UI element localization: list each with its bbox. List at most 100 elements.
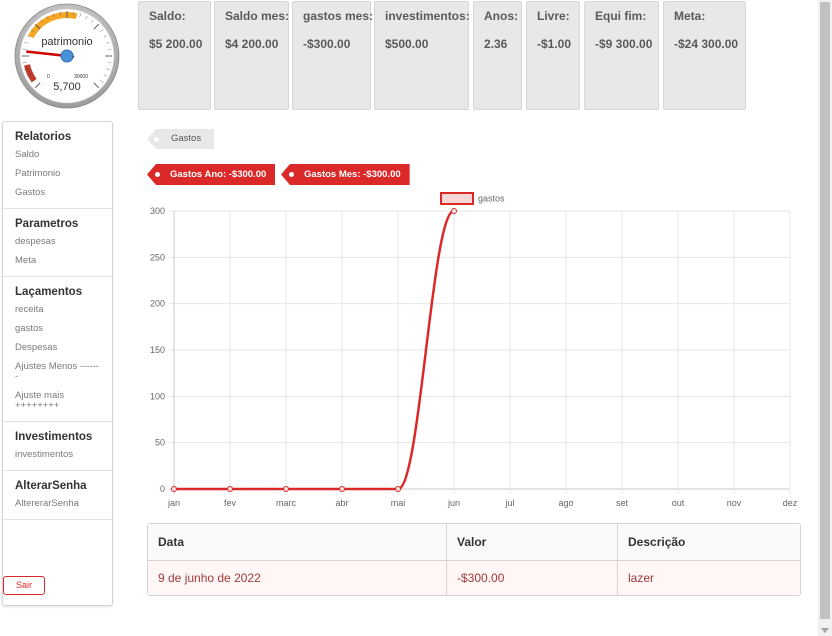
stat-value: -$300.00: [303, 37, 351, 51]
x-tick-label: marc: [276, 498, 296, 508]
sidebar-section-parametros: Parametros despesas Meta: [3, 209, 112, 277]
x-tick-label: set: [616, 498, 629, 508]
sidebar-item-receita[interactable]: receita: [15, 305, 100, 315]
data-point: [451, 208, 457, 214]
stat-label: Anos:: [484, 9, 518, 23]
sidebar-item-investimentos[interactable]: investimentos: [15, 450, 100, 460]
gastos-mes-tag: Gastos Mes: -$300.00: [281, 164, 410, 185]
sidebar-item-saldo[interactable]: Saldo: [15, 150, 100, 160]
x-tick-label: dez: [783, 498, 798, 508]
stat-card-meta: Meta: -$24 300.00: [663, 1, 746, 110]
stat-card-gastos-mes: gastos mes: -$300.00: [292, 1, 374, 110]
sidebar-section-title: Parametros: [15, 218, 79, 230]
stat-value: $4 200.00: [225, 37, 279, 51]
data-point: [171, 486, 177, 492]
patrimonio-gauge: patrimonio 0 30000 5,700: [14, 3, 120, 109]
data-point: [227, 486, 233, 492]
stat-value: -$1.00: [537, 37, 572, 51]
column-header-valor[interactable]: Valor: [446, 524, 617, 561]
column-header-descricao[interactable]: Descrição: [617, 524, 800, 561]
y-tick-label: 50: [155, 438, 165, 448]
stat-value: -$24 300.00: [674, 37, 739, 51]
gastos-ano-label: Gastos Ano: -$300.00: [170, 169, 267, 180]
gauge-max-label: 30000: [74, 74, 88, 80]
y-tick-label: 300: [150, 206, 165, 216]
sidebar-section-investimentos: Investimentos investimentos: [3, 422, 112, 471]
gastos-ano-tag: Gastos Ano: -$300.00: [147, 164, 276, 185]
stat-label: investimentos:: [385, 9, 470, 23]
logout-button[interactable]: Sair: [3, 576, 45, 595]
tag-hole: [289, 172, 294, 177]
x-tick-label: jan: [167, 498, 180, 508]
stat-label: gastos mes:: [303, 9, 374, 23]
sidebar-item-ajuste-mais[interactable]: Ajuste mais ++++++++: [15, 391, 100, 411]
gauge-label: patrimonio: [41, 36, 92, 48]
stat-label: Saldo mes:: [225, 9, 290, 23]
table-header-row: Data Valor Descrição: [148, 524, 800, 561]
stat-card-saldo: Saldo: $5 200.00: [138, 1, 211, 110]
sidebar-item-patrimonio[interactable]: Patrimonio: [15, 169, 100, 179]
scroll-down-arrow-icon[interactable]: [821, 628, 829, 633]
gastos-table: Data Valor Descrição 9 de junho de 2022 …: [147, 523, 801, 596]
stat-label: Saldo:: [149, 9, 186, 23]
gauge-hub: [60, 49, 74, 63]
gauge-min-label: 0: [47, 74, 50, 80]
cell-descricao: lazer: [617, 561, 800, 595]
cell-valor: -$300.00: [446, 561, 617, 595]
sidebar-menu: Relatorios Saldo Patrimonio Gastos Param…: [2, 121, 113, 606]
sidebar-item-gastos-report[interactable]: Gastos: [15, 188, 100, 198]
stat-value: $5 200.00: [149, 37, 203, 51]
sidebar-item-alterar-senha[interactable]: AltererarSenha: [15, 499, 100, 509]
sidebar-item-gastos[interactable]: gastos: [15, 324, 100, 334]
y-tick-label: 150: [150, 345, 165, 355]
sidebar-item-ajustes-menos[interactable]: Ajustes Menos -------: [15, 362, 100, 382]
tag-hole: [155, 172, 160, 177]
sidebar-section-alterar-senha: AlterarSenha AltererarSenha: [3, 471, 112, 520]
stat-value: 2.36: [484, 37, 508, 51]
x-tick-label: out: [672, 498, 685, 508]
x-tick-label: mai: [391, 498, 406, 508]
stat-value: $500.00: [385, 37, 429, 51]
y-tick-label: 0: [160, 484, 165, 494]
cell-data: 9 de junho de 2022: [148, 561, 446, 595]
table-row[interactable]: 9 de junho de 2022 -$300.00 lazer: [148, 561, 800, 595]
sidebar-item-meta[interactable]: Meta: [15, 256, 100, 266]
page-scrollbar[interactable]: [818, 0, 832, 636]
sidebar-section-title: Investimentos: [15, 431, 93, 443]
scrollbar-thumb[interactable]: [820, 2, 830, 619]
stat-label: Livre:: [537, 9, 570, 23]
tag-hole: [154, 137, 159, 142]
stat-label: Meta:: [674, 9, 706, 23]
y-tick-label: 200: [150, 299, 165, 309]
sidebar-section-title: Laçamentos: [15, 286, 83, 298]
sidebar-item-despesas-entry[interactable]: Despesas: [15, 343, 100, 353]
sidebar-item-despesas[interactable]: despesas: [15, 237, 100, 247]
data-point: [283, 486, 289, 492]
gastos-mes-label: Gastos Mes: -$300.00: [304, 169, 401, 180]
sidebar-section-lancamentos: Laçamentos receita gastos Despesas Ajust…: [3, 277, 112, 422]
y-tick-label: 100: [150, 391, 165, 401]
page-title-tag: Gastos: [147, 129, 214, 149]
x-tick-label: jul: [504, 498, 514, 508]
sidebar-section-title: Relatorios: [15, 131, 72, 143]
x-tick-label: ago: [558, 498, 573, 508]
stat-card-saldo-mes: Saldo mes: $4 200.00: [214, 1, 289, 110]
data-point: [339, 486, 345, 492]
x-tick-label: nov: [727, 498, 742, 508]
legend-swatch: [440, 192, 474, 205]
stat-label: Equi fim:: [595, 9, 647, 23]
x-tick-label: abr: [335, 498, 348, 508]
sidebar-section-title: AlterarSenha: [15, 480, 87, 492]
gauge-value: 5,700: [53, 81, 81, 93]
gastos-line-chart: 0 50 100 150 200 250 300 jan fev marc abr mai jun jul…: [150, 192, 798, 508]
column-header-data[interactable]: Data: [148, 524, 446, 561]
x-tick-label: fev: [224, 498, 237, 508]
sidebar-section-relatorios: Relatorios Saldo Patrimonio Gastos: [3, 122, 112, 209]
stat-card-livre: Livre: -$1.00: [526, 1, 580, 110]
legend-label: gastos: [478, 194, 505, 204]
y-tick-label: 250: [150, 252, 165, 262]
stat-value: -$9 300.00: [595, 37, 653, 51]
data-point: [395, 486, 401, 492]
stat-card-investimentos: investimentos: $500.00: [374, 1, 470, 110]
stat-card-anos: Anos: 2.36: [473, 1, 522, 110]
